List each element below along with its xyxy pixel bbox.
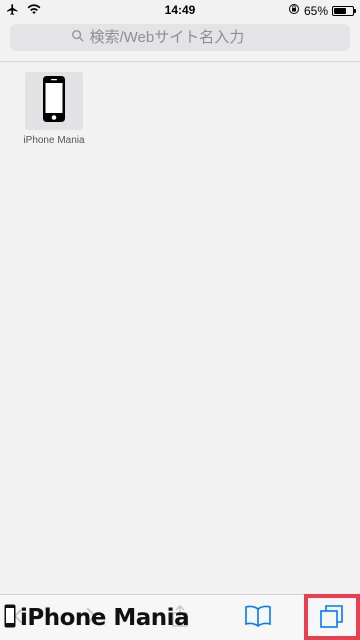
search-divider	[0, 61, 360, 62]
bookmarks-icon	[244, 604, 272, 633]
tabs-icon	[319, 603, 345, 634]
battery-cap	[354, 8, 356, 13]
forward-button[interactable]	[74, 595, 108, 640]
forward-icon	[85, 606, 97, 631]
search-bar[interactable]	[10, 24, 350, 51]
battery-fill	[334, 7, 346, 14]
search-input[interactable]	[89, 29, 290, 46]
share-icon	[171, 604, 189, 633]
tabs-button[interactable]	[308, 595, 356, 640]
back-button[interactable]	[2, 595, 36, 640]
bottom-toolbar	[0, 594, 360, 640]
phone-icon	[42, 75, 66, 128]
battery-percent: 65%	[303, 3, 328, 18]
status-bar: 14:49 65%	[0, 0, 360, 20]
favorite-label: iPhone Mania	[23, 135, 85, 146]
search-icon	[71, 29, 90, 47]
safari-favorites-screen: 14:49 65% 検索/Webサイト名入力 iPhone Mania iPho…	[0, 0, 360, 640]
moon-icon	[275, 4, 284, 18]
battery-icon	[332, 5, 356, 16]
status-right: 65%	[275, 3, 356, 18]
back-icon	[13, 606, 25, 631]
favorite-tile-iphone-mania[interactable]: iPhone Mania	[16, 72, 92, 146]
favorite-icon-box	[25, 72, 83, 130]
bookmarks-button[interactable]	[238, 595, 278, 640]
share-button[interactable]	[162, 595, 198, 640]
orientation-lock-icon	[288, 3, 300, 18]
